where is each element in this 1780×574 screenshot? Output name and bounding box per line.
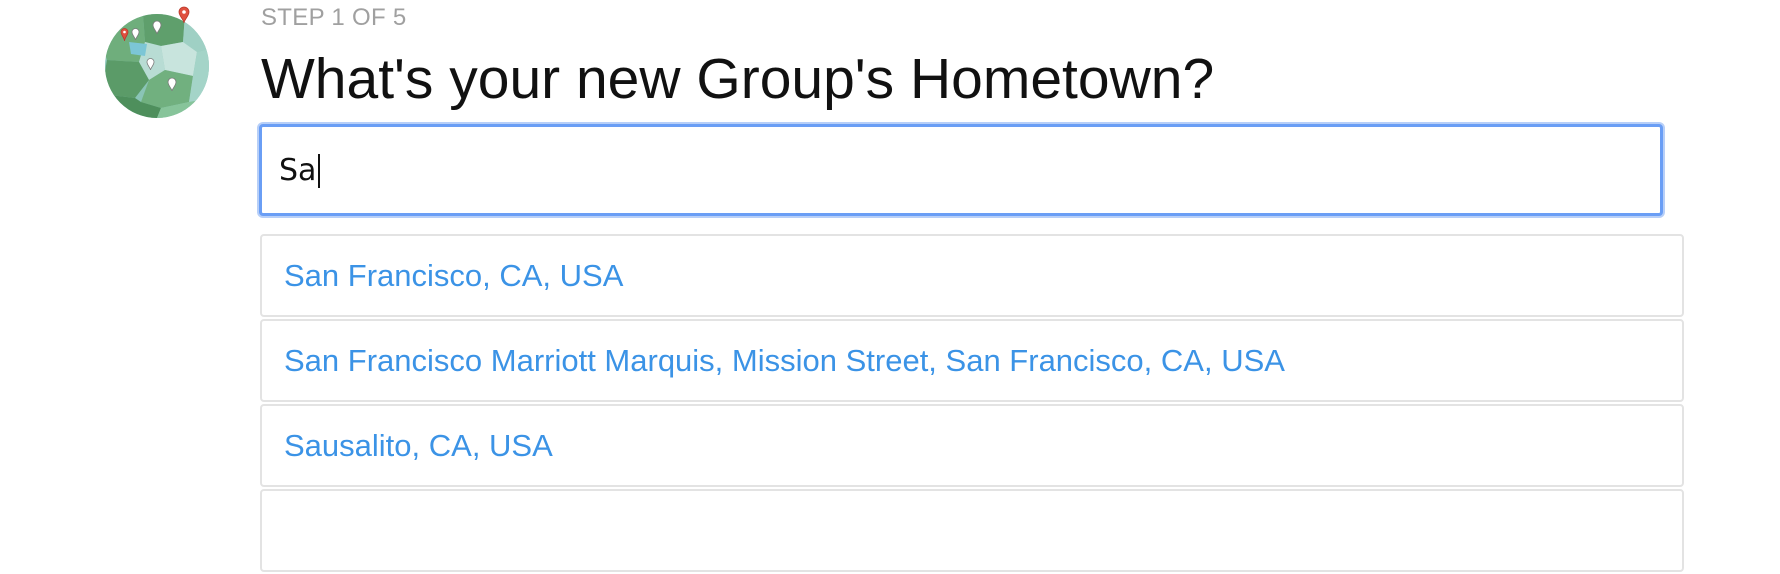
suggestion-item-partial[interactable] [260, 489, 1684, 572]
suggestion-label: San Francisco, CA, USA [284, 257, 624, 293]
suggestion-item-sausalito[interactable]: Sausalito, CA, USA [260, 404, 1684, 487]
suggestion-item-marriott-marquis[interactable]: San Francisco Marriott Marquis, Mission … [260, 319, 1684, 402]
hometown-search-input[interactable] [262, 127, 1660, 213]
page-title: What's your new Group's Hometown? [261, 47, 1215, 111]
suggestion-label: San Francisco Marriott Marquis, Mission … [284, 342, 1285, 378]
text-caret [318, 154, 320, 188]
step-indicator: STEP 1 OF 5 [261, 4, 407, 31]
globe-icon [105, 6, 209, 118]
suggestion-label: Sausalito, CA, USA [284, 427, 553, 463]
suggestion-item-san-francisco[interactable]: San Francisco, CA, USA [260, 234, 1684, 317]
hometown-search-field[interactable] [259, 124, 1663, 216]
autocomplete-suggestions: San Francisco, CA, USA San Francisco Mar… [260, 234, 1684, 574]
